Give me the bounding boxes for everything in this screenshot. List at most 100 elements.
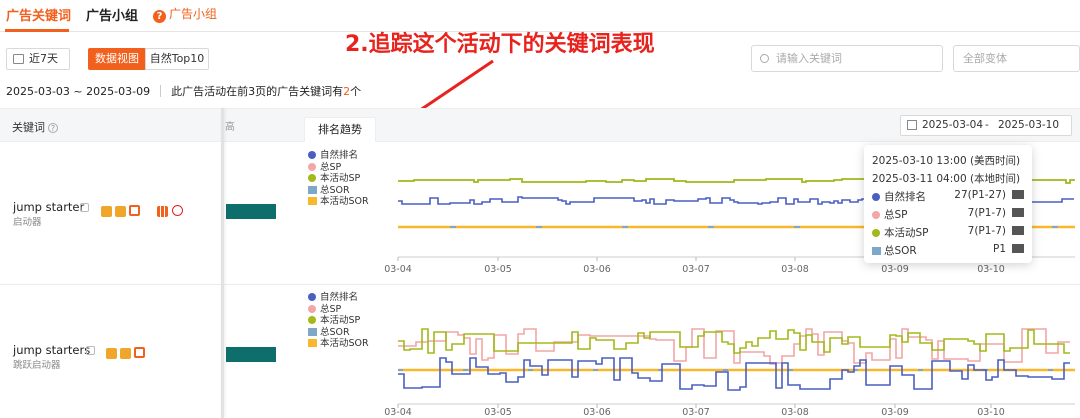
legend-item[interactable]: 本活动SP bbox=[308, 173, 369, 185]
truncated-column-header: 高 bbox=[225, 122, 235, 133]
legend-item[interactable]: 自然排名 bbox=[308, 150, 369, 162]
rank-trend-tab[interactable]: 排名趋势 bbox=[304, 117, 376, 142]
tooltip-value: 27(P1-27) bbox=[954, 189, 1006, 201]
tooltip-value: 7(P1-7) bbox=[967, 225, 1006, 237]
keyword-column-label: 关键词 bbox=[12, 121, 45, 134]
legend-dot-icon bbox=[308, 293, 316, 301]
legend-dot-icon bbox=[308, 162, 316, 171]
legend-item[interactable]: 总SOR bbox=[308, 327, 369, 339]
legend-item[interactable]: 自然排名 bbox=[308, 292, 369, 304]
date-preset-button[interactable]: 近7天 bbox=[6, 48, 70, 70]
chart-tooltip: 2025-03-10 13:00 (美西时间) 2025-03-11 04:00… bbox=[864, 145, 1032, 263]
keyword-search-input[interactable]: 请输入关键词 bbox=[751, 45, 943, 72]
grid-icon[interactable] bbox=[157, 206, 168, 217]
thumbnail-icon bbox=[1012, 208, 1024, 217]
series-square-icon bbox=[872, 247, 881, 255]
x-tick-label: 03-07 bbox=[682, 264, 710, 275]
x-tick-label: 03-08 bbox=[781, 264, 809, 275]
annotation-text: 2.追踪这个活动下的关键词表现 bbox=[345, 32, 655, 57]
data-view-button[interactable]: 数据视图 bbox=[88, 48, 146, 70]
legend-item[interactable]: 总SOR bbox=[308, 185, 369, 197]
rocket-icon[interactable] bbox=[120, 348, 131, 359]
tooltip-row: 总SOR P1 bbox=[872, 243, 1028, 258]
badge-icon[interactable] bbox=[172, 205, 183, 216]
rank-trend-chart[interactable]: 03-04 03-05 03-06 03-07 03-08 03-09 03-10 bbox=[380, 296, 1080, 418]
natural-top10-button[interactable]: 自然Top10 bbox=[145, 48, 209, 70]
tooltip-row: 本活动SP 7(P1-7) bbox=[872, 225, 1028, 240]
thumbnail-icon bbox=[1012, 244, 1024, 253]
thumbnail-icon bbox=[1012, 190, 1024, 199]
x-tick-label: 03-05 bbox=[484, 407, 512, 418]
legend-item[interactable]: 本活动SOR bbox=[308, 338, 369, 350]
legend-square-icon bbox=[308, 185, 317, 194]
legend-label: 本活动SOR bbox=[320, 196, 369, 207]
legend-dot-icon bbox=[308, 304, 316, 313]
keyword-translation: 启动器 bbox=[13, 217, 42, 228]
series-dot-icon bbox=[872, 229, 880, 237]
legend-label: 本活动SP bbox=[320, 315, 361, 326]
keyword-column-header: 关键词? bbox=[12, 119, 58, 135]
x-tick-label: 03-08 bbox=[781, 407, 809, 418]
legend-item[interactable]: 本活动SP bbox=[308, 315, 369, 327]
legend-item[interactable]: 本活动SOR bbox=[308, 196, 369, 208]
tab-ad-groups[interactable]: 广告小组 bbox=[86, 5, 138, 24]
tooltip-label: 总SOR bbox=[884, 245, 917, 257]
tooltip-row: 总SP 7(P1-7) bbox=[872, 207, 1028, 222]
legend-label: 本活动SOR bbox=[320, 338, 369, 349]
rocket-icon[interactable] bbox=[115, 206, 126, 217]
sticky-column-divider bbox=[221, 108, 224, 418]
x-tick-label: 03-04 bbox=[384, 264, 412, 275]
folder-icon[interactable] bbox=[106, 348, 117, 359]
ad-groups-help-link[interactable]: ? 广告小组 bbox=[153, 5, 217, 23]
image-icon[interactable] bbox=[129, 205, 140, 216]
x-tick-label: 03-10 bbox=[977, 264, 1005, 275]
summary-range: 2025-03-03 ~ 2025-03-09 bbox=[6, 85, 151, 98]
summary-line: 2025-03-03 ~ 2025-03-09 此广告活动在前3页的广告关键词有2… bbox=[6, 83, 361, 99]
tab-ad-keywords[interactable]: 广告关键词 bbox=[6, 5, 71, 24]
legend-item[interactable]: 总SP bbox=[308, 162, 369, 174]
legend-square-icon bbox=[308, 197, 317, 205]
keyword-text[interactable]: jump starter bbox=[13, 200, 84, 214]
x-tick-label: 03-10 bbox=[977, 407, 1005, 418]
help-link-label: 广告小组 bbox=[169, 7, 218, 21]
tooltip-value: 7(P1-7) bbox=[967, 207, 1006, 219]
date-to: 2025-03-10 bbox=[998, 119, 1060, 131]
question-icon[interactable]: ? bbox=[48, 123, 58, 133]
trend-date-range-picker[interactable]: 2025-03-04 - 2025-03-10 bbox=[900, 115, 1072, 136]
tooltip-time-us: 2025-03-10 13:00 (美西时间) bbox=[872, 155, 1021, 167]
tooltip-label: 总SP bbox=[884, 209, 908, 221]
help-icon: ? bbox=[153, 10, 166, 23]
thumbnail-icon bbox=[1012, 226, 1024, 235]
date-from: 2025-03-04 bbox=[922, 119, 984, 131]
variant-select[interactable]: 全部变体 bbox=[953, 45, 1080, 72]
x-tick-label: 03-06 bbox=[583, 407, 611, 418]
variant-placeholder: 全部变体 bbox=[963, 52, 1007, 65]
image-icon[interactable] bbox=[134, 347, 145, 358]
series-dot-icon bbox=[872, 211, 880, 219]
tooltip-row: 自然排名 27(P1-27) bbox=[872, 189, 1028, 204]
active-tab-underline bbox=[5, 29, 69, 32]
summary-suffix: 个 bbox=[350, 85, 362, 98]
keyword-text[interactable]: jump starters bbox=[13, 343, 90, 357]
legend-dot-icon bbox=[308, 316, 316, 324]
x-tick-label: 03-04 bbox=[384, 407, 412, 418]
calendar-icon bbox=[13, 54, 24, 64]
tooltip-time-local: 2025-03-11 04:00 (本地时间) bbox=[872, 173, 1021, 185]
legend-label: 总SP bbox=[320, 303, 342, 315]
calendar-icon bbox=[907, 120, 917, 130]
tooltip-value: P1 bbox=[992, 243, 1006, 255]
summary-text: 此广告活动在前3页的广告关键词有 bbox=[171, 85, 344, 98]
copy-icon[interactable] bbox=[80, 203, 89, 212]
x-tick-label: 03-09 bbox=[881, 264, 909, 275]
legend-item[interactable]: 总SP bbox=[308, 304, 369, 316]
legend-label: 自然排名 bbox=[320, 292, 359, 303]
x-tick-label: 03-05 bbox=[484, 264, 512, 275]
legend-label: 自然排名 bbox=[320, 150, 359, 161]
search-placeholder: 请输入关键词 bbox=[776, 52, 842, 65]
performance-bar bbox=[226, 204, 276, 219]
folder-icon[interactable] bbox=[101, 206, 112, 217]
tooltip-label: 本活动SP bbox=[884, 227, 929, 239]
copy-icon[interactable] bbox=[86, 346, 95, 355]
search-icon bbox=[760, 54, 769, 63]
chart-legend: 自然排名 总SP 本活动SP 总SOR 本活动SOR bbox=[308, 292, 369, 350]
